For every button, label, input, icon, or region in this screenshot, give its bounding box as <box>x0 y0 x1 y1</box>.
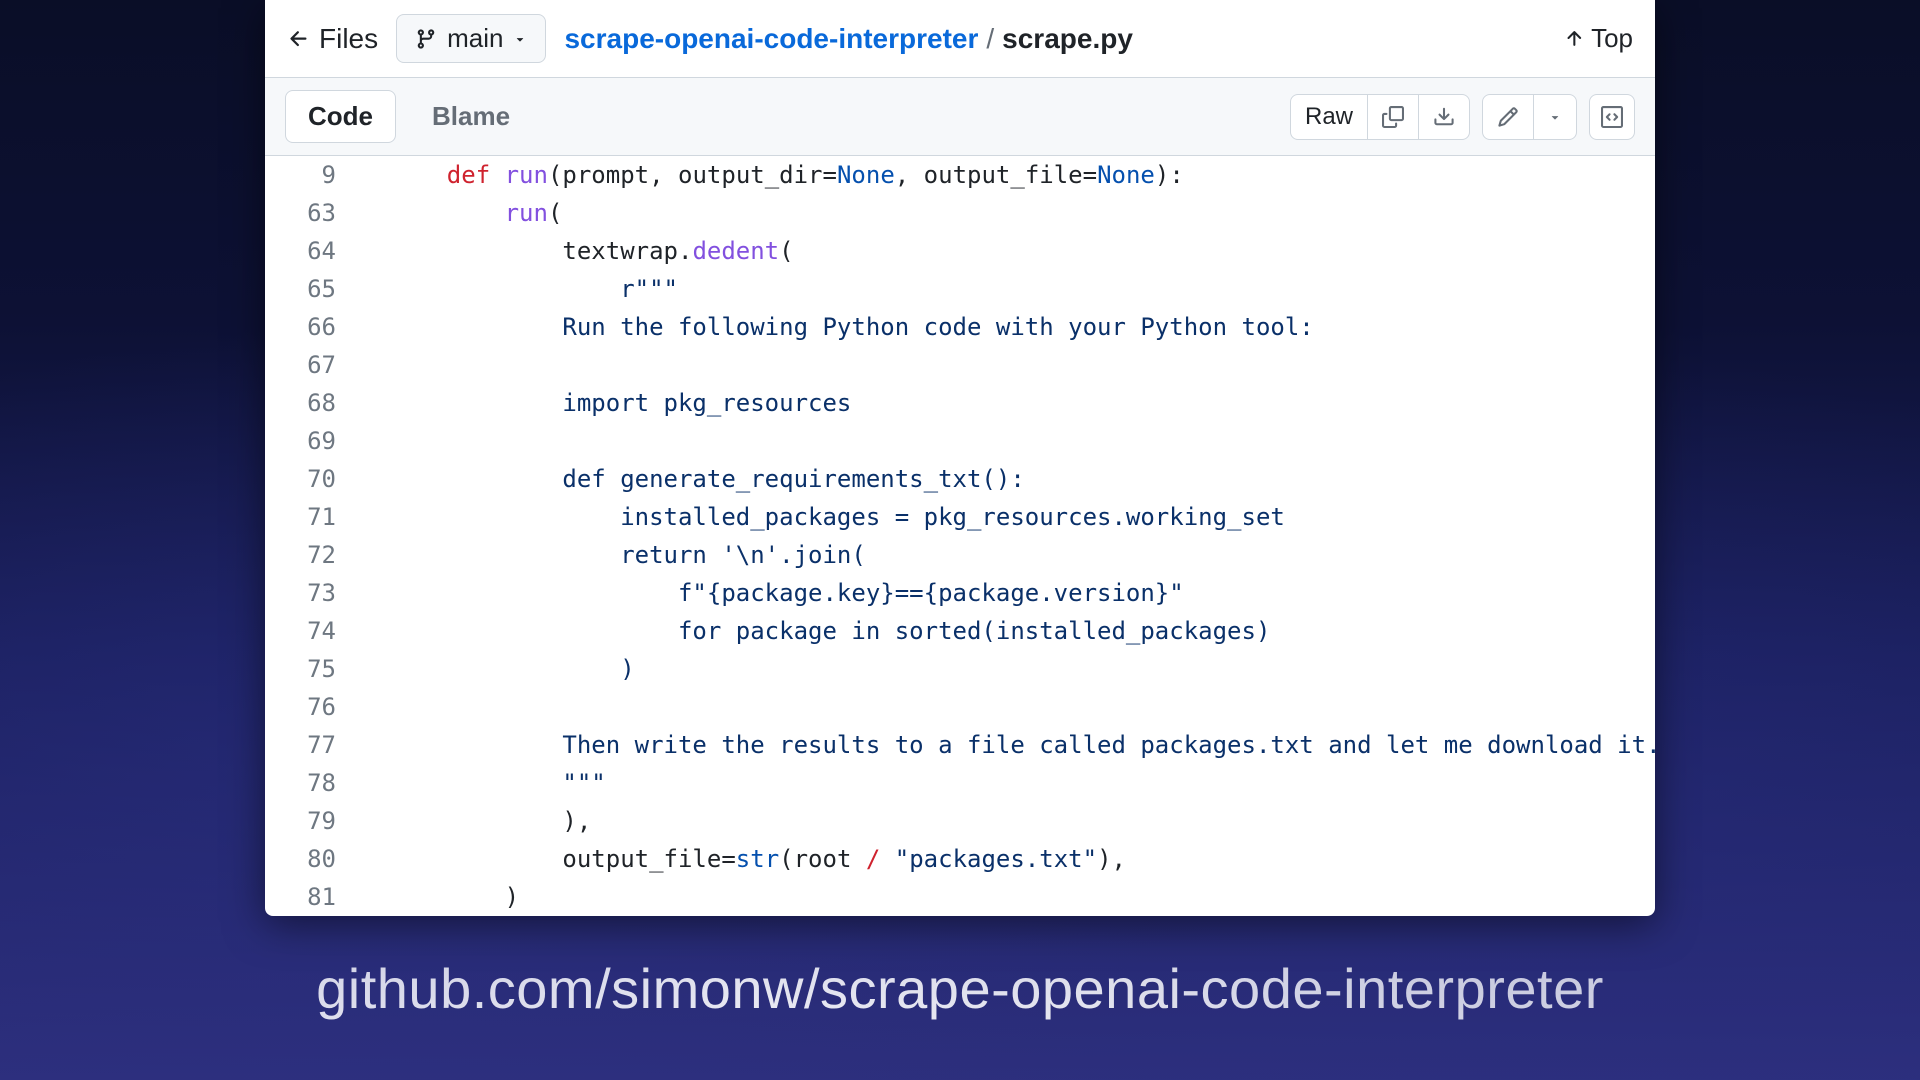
line-number[interactable]: 64 <box>265 232 365 270</box>
code-line: 72 return '\n'.join( <box>265 536 1655 574</box>
download-icon <box>1433 106 1455 128</box>
line-number[interactable]: 81 <box>265 878 365 916</box>
arrow-up-icon <box>1563 28 1585 50</box>
code-line: 71 installed_packages = pkg_resources.wo… <box>265 498 1655 536</box>
code-line: 79 ), <box>265 802 1655 840</box>
code-viewer-panel: Files main scrape-openai-code-interprete… <box>265 0 1655 916</box>
pencil-icon <box>1497 106 1519 128</box>
download-button[interactable] <box>1419 95 1469 139</box>
code-content[interactable]: r""" <box>365 270 678 308</box>
code-line: 68 import pkg_resources <box>265 384 1655 422</box>
code-line: 77 Then write the results to a file call… <box>265 726 1655 764</box>
tab-blame[interactable]: Blame <box>410 91 532 142</box>
slide-caption: github.com/simonw/scrape-openai-code-int… <box>316 956 1604 1021</box>
caret-down-icon <box>513 32 527 46</box>
code-content[interactable]: return '\n'.join( <box>365 536 866 574</box>
code-content[interactable]: ) <box>365 878 519 916</box>
caret-down-icon <box>1548 110 1562 124</box>
code-line: 63 run( <box>265 194 1655 232</box>
line-number[interactable]: 9 <box>265 156 365 194</box>
code-line: 64 textwrap.dedent( <box>265 232 1655 270</box>
jump-to-top[interactable]: Top <box>1563 23 1633 54</box>
arrow-left-icon <box>287 27 311 51</box>
line-number[interactable]: 74 <box>265 612 365 650</box>
code-content[interactable]: def run(prompt, output_dir=None, output_… <box>365 156 1184 194</box>
code-content[interactable]: """ <box>365 764 606 802</box>
code-content[interactable]: def generate_requirements_txt(): <box>365 460 1025 498</box>
file-actions: Raw <box>1290 94 1635 140</box>
line-number[interactable]: 75 <box>265 650 365 688</box>
line-number[interactable]: 68 <box>265 384 365 422</box>
line-number[interactable]: 73 <box>265 574 365 612</box>
edit-button[interactable] <box>1483 95 1534 139</box>
code-content[interactable]: ) <box>365 650 635 688</box>
code-content[interactable]: run( <box>365 194 562 232</box>
code-content[interactable]: Run the following Python code with your … <box>365 308 1314 346</box>
symbols-button[interactable] <box>1589 94 1635 140</box>
code-content[interactable]: import pkg_resources <box>365 384 851 422</box>
code-line: 80 output_file=str(root / "packages.txt"… <box>265 840 1655 878</box>
file-toolbar: Code Blame Raw <box>265 78 1655 156</box>
line-number[interactable]: 80 <box>265 840 365 878</box>
code-content[interactable]: textwrap.dedent( <box>365 232 794 270</box>
line-number[interactable]: 63 <box>265 194 365 232</box>
code-line: 69 <box>265 422 1655 460</box>
code-listing[interactable]: 9 def run(prompt, output_dir=None, outpu… <box>265 156 1655 916</box>
copy-button[interactable] <box>1368 95 1419 139</box>
branch-name: main <box>447 23 503 54</box>
code-line: 75 ) <box>265 650 1655 688</box>
code-content[interactable] <box>365 688 389 726</box>
code-line: 66 Run the following Python code with yo… <box>265 308 1655 346</box>
git-branch-icon <box>415 28 437 50</box>
branch-selector[interactable]: main <box>396 14 546 63</box>
line-number[interactable]: 69 <box>265 422 365 460</box>
code-content[interactable]: for package in sorted(installed_packages… <box>365 612 1270 650</box>
raw-copy-download-group: Raw <box>1290 94 1470 140</box>
code-content[interactable]: ), <box>365 802 591 840</box>
code-line: 78 """ <box>265 764 1655 802</box>
code-content[interactable]: Then write the results to a file called … <box>365 726 1655 764</box>
line-number[interactable]: 70 <box>265 460 365 498</box>
code-content[interactable] <box>365 346 389 384</box>
breadcrumb-repo[interactable]: scrape-openai-code-interpreter <box>564 23 978 55</box>
raw-button[interactable]: Raw <box>1291 95 1368 139</box>
top-label: Top <box>1591 23 1633 54</box>
code-content[interactable] <box>365 422 389 460</box>
code-line: 65 r""" <box>265 270 1655 308</box>
breadcrumb-file: scrape.py <box>1002 23 1133 55</box>
breadcrumb-separator: / <box>986 23 994 55</box>
code-square-icon <box>1601 106 1623 128</box>
line-number[interactable]: 79 <box>265 802 365 840</box>
code-line: 9 def run(prompt, output_dir=None, outpu… <box>265 156 1655 194</box>
line-number[interactable]: 65 <box>265 270 365 308</box>
breadcrumb: scrape-openai-code-interpreter / scrape.… <box>564 23 1132 55</box>
copy-icon <box>1382 106 1404 128</box>
line-number[interactable]: 66 <box>265 308 365 346</box>
line-number[interactable]: 78 <box>265 764 365 802</box>
line-number[interactable]: 76 <box>265 688 365 726</box>
code-line: 81 ) <box>265 878 1655 916</box>
tab-code[interactable]: Code <box>285 90 396 143</box>
file-header-bar: Files main scrape-openai-code-interprete… <box>265 0 1655 78</box>
line-number[interactable]: 72 <box>265 536 365 574</box>
code-content[interactable]: f"{package.key}=={package.version}" <box>365 574 1184 612</box>
edit-group <box>1482 94 1577 140</box>
line-number[interactable]: 71 <box>265 498 365 536</box>
code-line: 76 <box>265 688 1655 726</box>
files-label: Files <box>319 23 378 55</box>
code-content[interactable]: output_file=str(root / "packages.txt"), <box>365 840 1126 878</box>
code-line: 74 for package in sorted(installed_packa… <box>265 612 1655 650</box>
files-back-link[interactable]: Files <box>287 23 378 55</box>
code-line: 73 f"{package.key}=={package.version}" <box>265 574 1655 612</box>
code-line: 70 def generate_requirements_txt(): <box>265 460 1655 498</box>
line-number[interactable]: 77 <box>265 726 365 764</box>
line-number[interactable]: 67 <box>265 346 365 384</box>
edit-dropdown[interactable] <box>1534 95 1576 139</box>
code-content[interactable]: installed_packages = pkg_resources.worki… <box>365 498 1285 536</box>
code-line: 67 <box>265 346 1655 384</box>
